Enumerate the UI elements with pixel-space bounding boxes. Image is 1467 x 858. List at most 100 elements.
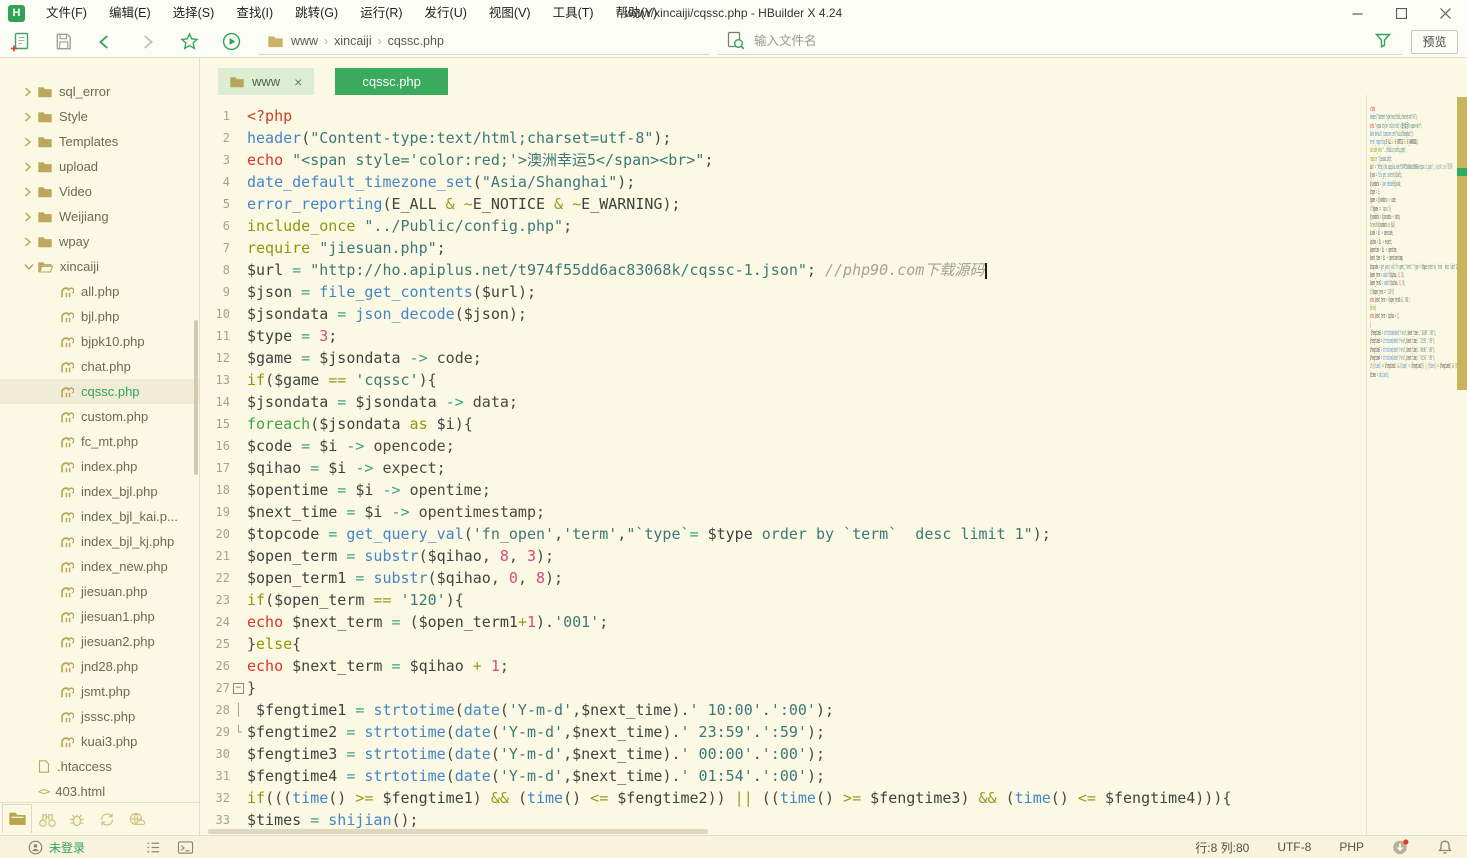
tree-item-403-html[interactable]: <>403.html	[0, 779, 199, 802]
breadcrumb-www[interactable]: www	[287, 34, 322, 48]
menu-item-help[interactable]: 帮助(Y)	[605, 0, 669, 26]
web-panel-button[interactable]	[122, 805, 152, 834]
search-panel-button[interactable]	[32, 805, 62, 834]
tab-www[interactable]: www ×	[218, 68, 314, 95]
tree-item-all-php[interactable]: all.php	[0, 279, 199, 304]
files-panel-button[interactable]	[2, 804, 32, 833]
code-text: date_default_timezone_set("Asia/Shanghai…	[247, 171, 635, 193]
minimap[interactable]: <?phpheader("Content-type:text/html;char…	[1366, 95, 1457, 835]
breadcrumb-xincaiji[interactable]: xincaiji	[330, 34, 376, 48]
chevron-right-icon[interactable]	[24, 187, 38, 197]
tree-item-jsssc-php[interactable]: jsssc.php	[0, 704, 199, 729]
chevron-right-icon[interactable]	[24, 87, 38, 97]
chevron-right-icon[interactable]	[24, 137, 38, 147]
code-line-29: 29└$fengtime2 = strtotime(date('Y-m-d',$…	[200, 721, 1366, 743]
code-line-30: 30$fengtime3 = strtotime(date('Y-m-d',$n…	[200, 743, 1366, 765]
login-label: 未登录	[49, 839, 85, 856]
tree-item-jiesuan1-php[interactable]: jiesuan1.php	[0, 604, 199, 629]
close-button[interactable]	[1423, 0, 1467, 26]
chevron-down-icon[interactable]	[24, 263, 38, 271]
tree-item-jnd28-php[interactable]: jnd28.php	[0, 654, 199, 679]
tree-item-wpay[interactable]: wpay	[0, 229, 199, 254]
chevron-right-icon[interactable]	[24, 162, 38, 172]
sidebar-scrollbar-thumb[interactable]	[194, 320, 198, 475]
tree-item-kuai3-php[interactable]: kuai3.php	[0, 729, 199, 754]
back-button[interactable]	[84, 27, 126, 57]
menu-item-view[interactable]: 视图(V)	[478, 0, 542, 26]
php-file-icon	[60, 635, 74, 648]
tab-close-icon[interactable]: ×	[294, 74, 302, 90]
tree-item-jsmt-php[interactable]: jsmt.php	[0, 679, 199, 704]
tree-item-templates[interactable]: Templates	[0, 129, 199, 154]
breadcrumb-cqssc-php[interactable]: cqssc.php	[384, 34, 448, 48]
line-number: 24	[200, 615, 230, 629]
text-cursor	[985, 263, 987, 279]
tree-item-style[interactable]: Style	[0, 104, 199, 129]
menu-item-find[interactable]: 查找(I)	[225, 0, 284, 26]
menu-item-select[interactable]: 选择(S)	[162, 0, 226, 26]
filter-button[interactable]	[1374, 32, 1392, 55]
chevron-right-icon[interactable]	[24, 237, 38, 247]
tree-item-jiesuan2-php[interactable]: jiesuan2.php	[0, 629, 199, 654]
tree-item-cqssc-php[interactable]: cqssc.php	[0, 379, 199, 404]
new-file-button[interactable]	[0, 27, 42, 57]
scrollbar-thumb[interactable]	[1457, 97, 1467, 390]
tree-item-bjl-php[interactable]: bjl.php	[0, 304, 199, 329]
favorite-button[interactable]	[168, 27, 210, 57]
preview-button[interactable]: 预览	[1411, 30, 1458, 54]
run-icon	[221, 31, 242, 52]
menu-item-file[interactable]: 文件(F)	[35, 0, 98, 26]
menu-item-publish[interactable]: 发行(U)	[414, 0, 478, 26]
tree-item-index-new-php[interactable]: index_new.php	[0, 554, 199, 579]
tree-item-sql-error[interactable]: sql_error	[0, 79, 199, 104]
update-button[interactable]	[1392, 839, 1409, 855]
folder-icon	[268, 35, 283, 48]
tree-item-video[interactable]: Video	[0, 179, 199, 204]
language-mode[interactable]: PHP	[1339, 840, 1364, 854]
php-file-icon	[60, 535, 74, 548]
tree-item-index-php[interactable]: index.php	[0, 454, 199, 479]
menu-item-tools[interactable]: 工具(T)	[542, 0, 605, 26]
menu-item-goto[interactable]: 跳转(G)	[284, 0, 349, 26]
line-number: 18	[200, 483, 230, 497]
tree-item-index-bjl-kj-php[interactable]: index_bjl_kj.php	[0, 529, 199, 554]
tree-item--htaccess[interactable]: .htaccess	[0, 754, 199, 779]
code-editor[interactable]: 1<?php2header("Content-type:text/html;ch…	[200, 95, 1366, 835]
save-button[interactable]	[42, 27, 84, 57]
tree-item-custom-php[interactable]: custom.php	[0, 404, 199, 429]
fold-toggle-icon[interactable]: −	[233, 683, 244, 694]
tree-item-bjpk10-php[interactable]: bjpk10.php	[0, 329, 199, 354]
php-file-icon	[60, 335, 74, 348]
tab-cqssc-php[interactable]: cqssc.php	[335, 68, 448, 95]
tree-item-fc-mt-php[interactable]: fc_mt.php	[0, 429, 199, 454]
tree-item-weijiang[interactable]: Weijiang	[0, 204, 199, 229]
code-area: 1<?php2header("Content-type:text/html;ch…	[200, 95, 1467, 835]
tree-item-upload[interactable]: upload	[0, 154, 199, 179]
menu-item-run[interactable]: 运行(R)	[349, 0, 413, 26]
maximize-button[interactable]	[1379, 0, 1423, 26]
run-button[interactable]	[210, 27, 252, 57]
tree-item-jiesuan-php[interactable]: jiesuan.php	[0, 579, 199, 604]
search-input[interactable]	[754, 34, 1054, 48]
editor-tab-bar: www × cqssc.php	[200, 58, 1467, 95]
tree-item-label: Style	[59, 109, 88, 124]
chevron-right-icon[interactable]	[24, 212, 38, 222]
horizontal-scrollbar-thumb[interactable]	[208, 829, 708, 834]
tree-item-index-bjl-kai-p-[interactable]: index_bjl_kai.p...	[0, 504, 199, 529]
vertical-scrollbar[interactable]	[1457, 95, 1467, 835]
tree-item-index-bjl-php[interactable]: index_bjl.php	[0, 479, 199, 504]
tree-item-chat-php[interactable]: chat.php	[0, 354, 199, 379]
terminal-button[interactable]	[177, 840, 194, 855]
chevron-right-icon[interactable]	[24, 112, 38, 122]
login-status[interactable]: 未登录	[28, 839, 85, 856]
forward-button[interactable]	[126, 27, 168, 57]
menu-item-edit[interactable]: 编辑(E)	[98, 0, 162, 26]
debug-panel-button[interactable]	[62, 805, 92, 834]
minimize-button[interactable]	[1335, 0, 1379, 26]
notifications-button[interactable]	[1437, 839, 1453, 855]
cursor-position[interactable]: 行:8 列:80	[1195, 839, 1249, 856]
encoding-indicator[interactable]: UTF-8	[1277, 840, 1311, 854]
outline-button[interactable]	[145, 840, 161, 855]
tree-item-xincaiji[interactable]: xincaiji	[0, 254, 199, 279]
sync-panel-button[interactable]	[92, 805, 122, 834]
